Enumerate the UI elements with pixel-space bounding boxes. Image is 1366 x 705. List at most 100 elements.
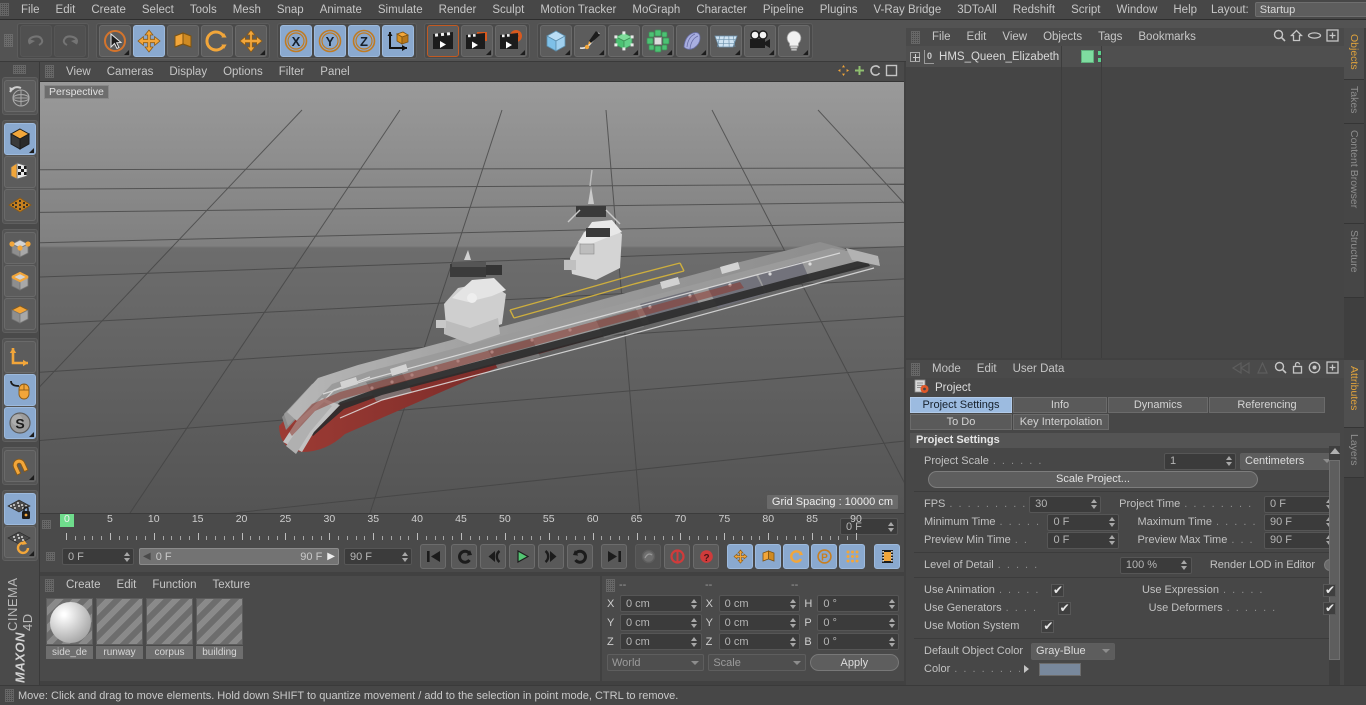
pan-icon[interactable] [837, 64, 850, 80]
material-menu-edit[interactable]: Edit [109, 575, 145, 595]
dock-tab-objects[interactable]: Objects [1344, 28, 1364, 80]
menu-item-redshift[interactable]: Redshift [1005, 0, 1063, 20]
menu-item-mesh[interactable]: Mesh [225, 0, 269, 20]
expand-icon[interactable] [910, 51, 920, 62]
attributes-scrollbar[interactable] [1329, 446, 1340, 696]
timeline-ruler[interactable]: 0 5 10 15 20 25 30 35 40 45 50 55 60 65 70 75 80 85 90 [60, 513, 862, 540]
scrub-left-arrow-icon[interactable]: ◀ [143, 551, 151, 562]
expand-triangle-icon[interactable] [1024, 665, 1030, 673]
coord-field-rotation-h[interactable]: 0 ° [817, 595, 900, 612]
material-menu-create[interactable]: Create [58, 575, 109, 595]
scale-tool-button[interactable] [167, 24, 199, 57]
status-grip[interactable] [5, 689, 14, 702]
coord-field-rotation-b[interactable]: 0 ° [817, 633, 900, 650]
spinner-icon[interactable] [788, 635, 797, 648]
minimum-time-field[interactable]: 0 F [1047, 513, 1120, 531]
coordinate-system-dropdown[interactable]: World [607, 654, 705, 671]
menu-item-character[interactable]: Character [688, 0, 755, 20]
spinner-icon[interactable] [690, 635, 699, 648]
add-spline-button[interactable] [574, 24, 606, 57]
material-preview[interactable] [146, 598, 193, 645]
material-name[interactable]: side_de [46, 646, 93, 659]
tab-info[interactable]: Info [1013, 397, 1107, 413]
use-motion-checkbox[interactable] [1041, 619, 1055, 633]
coordinates-grip[interactable] [606, 578, 615, 592]
menu-item-file[interactable]: File [13, 0, 48, 20]
use-animation-checkbox[interactable] [1050, 583, 1064, 597]
menu-grip[interactable] [0, 3, 9, 16]
add-cube-button[interactable] [540, 24, 572, 57]
dock-tab-structure[interactable]: Structure [1344, 224, 1364, 298]
spinner-icon[interactable] [400, 550, 409, 563]
plus-box-icon[interactable] [1326, 29, 1339, 45]
preview-max-field[interactable]: 90 F [1264, 531, 1336, 549]
maximize-icon[interactable] [885, 64, 898, 80]
menu-item-pipeline[interactable]: Pipeline [755, 0, 812, 20]
menu-item-animate[interactable]: Animate [312, 0, 370, 20]
render-settings-button[interactable] [495, 24, 527, 57]
rotate-key-button[interactable] [783, 544, 809, 569]
menu-item-render[interactable]: Render [431, 0, 485, 20]
undo-button[interactable] [20, 24, 52, 57]
polygons-mode-button[interactable] [3, 298, 36, 330]
search-icon[interactable] [1273, 29, 1286, 45]
add-camera-button[interactable] [744, 24, 776, 57]
menu-item-create[interactable]: Create [83, 0, 134, 20]
toolbar-grip[interactable] [4, 34, 13, 47]
material-preview[interactable] [46, 598, 93, 645]
attributes-menu-user-data[interactable]: User Data [1005, 359, 1073, 379]
dock-tab-layers[interactable]: Layers [1344, 428, 1364, 478]
menu-item-simulate[interactable]: Simulate [370, 0, 431, 20]
move-tool-button[interactable] [133, 24, 165, 57]
move-alt-button[interactable] [235, 24, 267, 57]
objects-grip[interactable] [911, 30, 920, 44]
objects-menu-view[interactable]: View [994, 27, 1035, 47]
material-item[interactable]: corpus [146, 598, 193, 659]
previous-frame-button[interactable] [480, 544, 506, 569]
add-nurbs-button[interactable] [608, 24, 640, 57]
history-back-icon[interactable] [1231, 361, 1251, 377]
material-item[interactable]: side_de [46, 598, 93, 659]
model-mode-button[interactable] [3, 123, 36, 155]
points-mode-button[interactable] [3, 232, 36, 264]
search-icon[interactable] [1274, 361, 1287, 377]
spinner-icon[interactable] [887, 597, 896, 610]
viewport-menu-cameras[interactable]: Cameras [99, 62, 162, 82]
parameter-key-button[interactable]: P [811, 544, 837, 569]
menu-item-select[interactable]: Select [134, 0, 182, 20]
menu-item-sculpt[interactable]: Sculpt [484, 0, 532, 20]
objects-menu-file[interactable]: File [924, 27, 959, 47]
material-preview[interactable] [96, 598, 143, 645]
soft-selection-button[interactable]: S [3, 407, 36, 439]
spinner-icon[interactable] [887, 635, 896, 648]
material-item[interactable]: building [196, 598, 243, 659]
point-level-anim-button[interactable] [839, 544, 865, 569]
viewport-menu-filter[interactable]: Filter [271, 62, 313, 82]
spinner-icon[interactable] [886, 520, 895, 533]
material-preview[interactable] [196, 598, 243, 645]
project-time-field[interactable]: 0 F [1264, 495, 1337, 513]
edges-mode-button[interactable] [3, 265, 36, 297]
scale-key-button[interactable] [755, 544, 781, 569]
object-name[interactable]: HMS_Queen_Elizabeth [939, 51, 1059, 63]
object-tree-row[interactable]: 0 HMS_Queen_Elizabeth [906, 46, 1344, 67]
viewport-3d[interactable]: Perspective Grid Spacing : 10000 cm Y X … [40, 82, 904, 513]
spinner-icon[interactable] [690, 597, 699, 610]
spinner-icon[interactable] [788, 597, 797, 610]
viewport-menu-panel[interactable]: Panel [312, 62, 357, 82]
position-key-button[interactable] [727, 544, 753, 569]
snap-button[interactable] [3, 450, 36, 482]
plus-box-icon[interactable] [1326, 361, 1339, 377]
dock-tab-attributes[interactable]: Attributes [1344, 360, 1364, 428]
target-icon[interactable] [1308, 361, 1321, 377]
ellipse-icon[interactable] [1307, 29, 1322, 45]
play-button[interactable] [509, 544, 535, 569]
render-view-button[interactable] [427, 24, 459, 57]
spinner-icon[interactable] [788, 616, 797, 629]
tab-to-do[interactable]: To Do [910, 414, 1012, 430]
tab-referencing[interactable]: Referencing [1209, 397, 1325, 413]
coordinate-mode-dropdown[interactable]: Scale [708, 654, 806, 671]
spinner-icon[interactable] [1107, 534, 1116, 547]
scroll-up-arrow-icon[interactable] [1329, 448, 1340, 454]
autokeying-button[interactable] [664, 544, 690, 569]
